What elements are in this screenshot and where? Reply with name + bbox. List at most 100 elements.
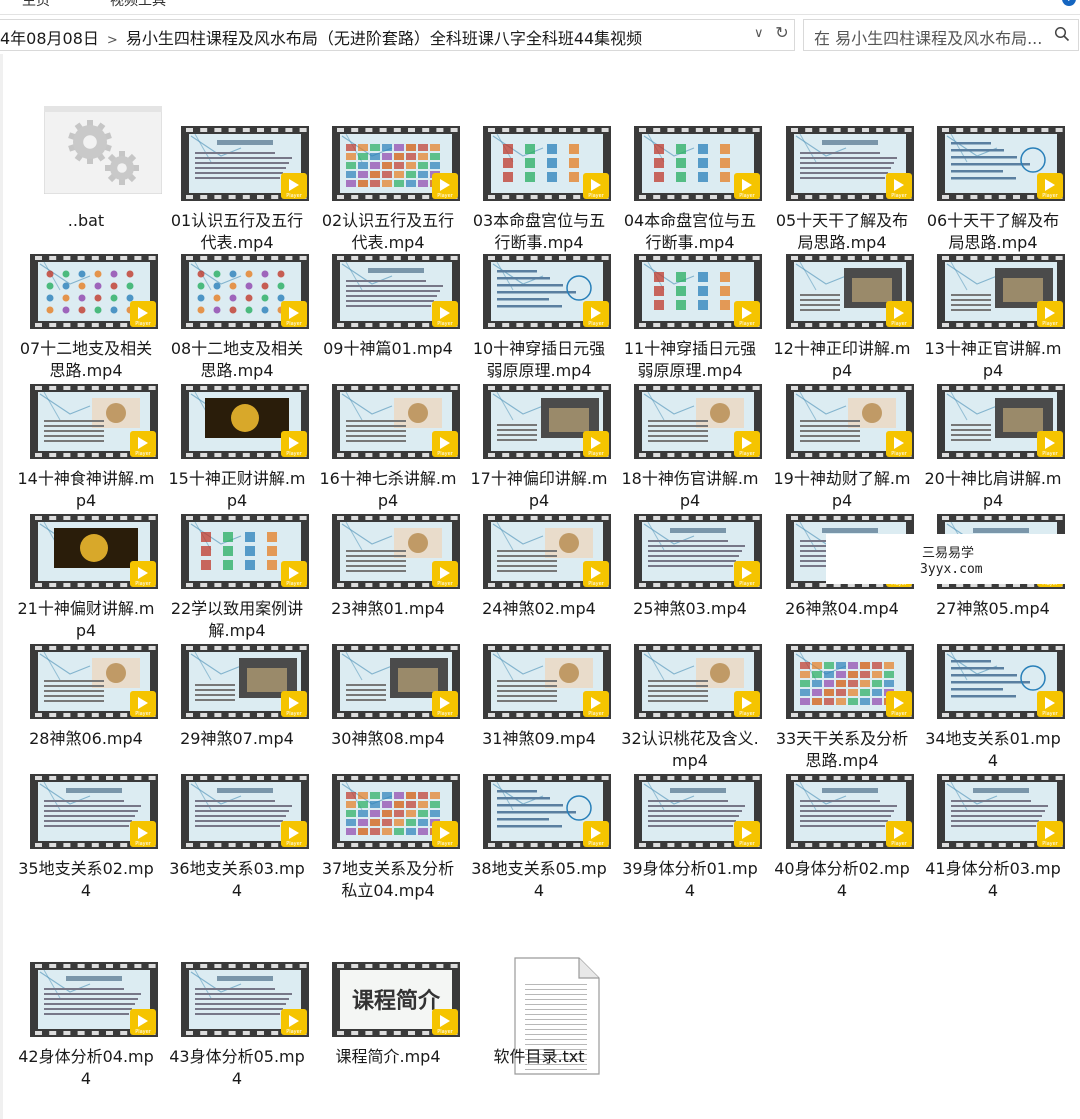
film-perforation xyxy=(1027,646,1035,650)
film-perforation xyxy=(148,646,156,650)
slide-table-cell xyxy=(358,792,368,799)
video-thumbnail[interactable]: Player xyxy=(634,514,762,589)
player-badge-label: Player xyxy=(135,581,152,587)
video-thumbnail[interactable]: Player xyxy=(483,384,611,459)
video-thumbnail[interactable]: Player xyxy=(181,514,309,589)
film-perforation xyxy=(805,323,813,327)
video-thumbnail[interactable]: Player xyxy=(181,254,309,329)
video-thumbnail[interactable]: Player xyxy=(332,254,460,329)
slide-glyph xyxy=(720,172,730,182)
film-perforation xyxy=(1027,776,1035,780)
search-input[interactable]: 在 易小生四柱课程及风水布局... xyxy=(803,19,1079,51)
settings-gear-icon[interactable] xyxy=(44,106,162,194)
video-thumbnail[interactable]: Player xyxy=(937,384,1065,459)
film-perforation xyxy=(956,843,964,847)
slide-glyph xyxy=(201,560,211,570)
film-perforation xyxy=(1013,128,1020,132)
video-thumbnail[interactable]: Player xyxy=(483,126,611,201)
video-thumbnail[interactable]: Player xyxy=(634,126,762,201)
refresh-button[interactable]: ↻ xyxy=(772,23,792,45)
film-perforation xyxy=(904,776,912,780)
video-thumbnail[interactable]: Player xyxy=(937,126,1065,201)
film-perforation xyxy=(998,195,1006,199)
film-perforation xyxy=(791,195,798,199)
video-thumbnail[interactable]: Player xyxy=(30,962,158,1037)
video-thumbnail[interactable]: Player xyxy=(181,962,309,1037)
video-thumbnail[interactable]: Player xyxy=(483,514,611,589)
video-thumbnail[interactable]: Player xyxy=(483,774,611,849)
history-dropdown-icon[interactable]: ∨ xyxy=(754,26,764,41)
slide-glyph xyxy=(201,532,211,542)
film-perforation xyxy=(942,453,949,457)
slide-table-cell xyxy=(430,144,440,151)
video-thumbnail[interactable]: Player xyxy=(181,644,309,719)
video-thumbnail[interactable]: Player xyxy=(332,514,460,589)
video-thumbnail[interactable]: Player xyxy=(634,384,762,459)
video-thumbnail[interactable]: Player xyxy=(937,644,1065,719)
video-thumbnail[interactable]: Player xyxy=(30,774,158,849)
slide-table-cell xyxy=(848,680,858,687)
help-icon[interactable]: ? xyxy=(1062,0,1076,6)
slide-glyph xyxy=(698,286,708,296)
player-badge-label: Player xyxy=(286,841,303,847)
video-thumbnail[interactable]: Player xyxy=(332,384,460,459)
video-thumbnail[interactable]: Player xyxy=(786,254,914,329)
breadcrumb-chevron-icon[interactable]: > xyxy=(107,33,118,48)
breadcrumb-segment-folder[interactable]: 易小生四柱课程及风水布局（无进阶套路）全科班课八字全科班44集视频 xyxy=(126,29,642,48)
video-thumbnail[interactable]: Player xyxy=(30,514,158,589)
search-icon[interactable] xyxy=(1054,26,1070,42)
video-thumbnail[interactable]: Player xyxy=(786,774,914,849)
slide-text-line xyxy=(346,420,406,422)
film-perforation xyxy=(1041,128,1049,132)
video-thumbnail[interactable]: Player xyxy=(786,384,914,459)
film-perforation xyxy=(681,195,689,199)
film-perforation xyxy=(559,256,566,260)
video-thumbnail[interactable]: Player xyxy=(30,254,158,329)
film-perforation xyxy=(200,516,208,520)
film-perforation xyxy=(573,646,581,650)
address-bar[interactable]: 4年08月08日 > 易小生四柱课程及风水布局（无进阶套路）全科班课八字全科班44集… xyxy=(0,19,795,51)
ribbon-tab-home[interactable]: 主页 xyxy=(22,0,50,10)
slide-table-cell xyxy=(346,819,356,826)
slide-dot xyxy=(78,306,86,314)
video-thumbnail[interactable]: Player xyxy=(332,774,460,849)
slide-heading xyxy=(670,528,726,533)
video-thumbnail[interactable]: Player xyxy=(332,644,460,719)
video-thumbnail[interactable]: Player xyxy=(181,126,309,201)
slide-table-cell xyxy=(382,162,392,169)
film-perforation xyxy=(601,128,609,132)
ribbon-tab-video-tools[interactable]: 视频工具 xyxy=(110,0,166,10)
film-perforation xyxy=(1055,516,1063,520)
slide-dot xyxy=(213,306,221,314)
video-thumbnail[interactable]: Player xyxy=(30,644,158,719)
film-perforation xyxy=(200,323,208,327)
video-thumbnail[interactable]: Player xyxy=(937,254,1065,329)
film-perforation xyxy=(228,843,236,847)
film-perforation xyxy=(710,516,717,520)
video-thumbnail[interactable]: 课程简介 Player xyxy=(332,962,460,1037)
slide-text-line xyxy=(346,689,386,691)
video-thumbnail[interactable]: Player xyxy=(937,774,1065,849)
film-perforation xyxy=(49,646,57,650)
film-perforation xyxy=(257,776,264,780)
video-thumbnail[interactable]: Player xyxy=(634,254,762,329)
slide-glyph xyxy=(698,300,708,310)
slide-table-cell xyxy=(824,662,834,669)
video-thumbnail[interactable]: Player xyxy=(634,774,762,849)
breadcrumb-segment-date[interactable]: 4年08月08日 xyxy=(0,29,99,48)
film-perforation xyxy=(998,713,1006,717)
video-thumbnail[interactable]: Player xyxy=(786,126,914,201)
video-thumbnail[interactable]: Player xyxy=(181,774,309,849)
video-thumbnail[interactable]: Player xyxy=(483,644,611,719)
video-thumbnail[interactable]: Player xyxy=(786,644,914,719)
video-thumbnail[interactable]: Player xyxy=(332,126,460,201)
slide-heading xyxy=(368,268,424,273)
film-perforation xyxy=(752,646,760,650)
video-thumbnail[interactable]: Player xyxy=(181,384,309,459)
film-perforation xyxy=(257,323,264,327)
video-thumbnail[interactable]: Player xyxy=(634,644,762,719)
film-perforation xyxy=(337,1031,344,1035)
video-thumbnail[interactable]: Player xyxy=(483,254,611,329)
video-thumbnail[interactable]: Player xyxy=(30,384,158,459)
film-perforation xyxy=(337,453,344,457)
